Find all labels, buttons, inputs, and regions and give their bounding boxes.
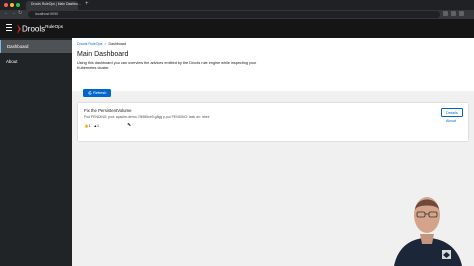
back-icon[interactable]: ← <box>4 10 9 16</box>
new-tab-icon[interactable]: + <box>85 1 89 7</box>
app-header <box>0 19 474 38</box>
page-description: Using this dashboard you can overview th… <box>77 61 257 70</box>
breadcrumb-link-home[interactable]: Drools RuleOps <box>77 42 102 46</box>
tab-close-icon[interactable]: × <box>70 2 72 6</box>
like-badge[interactable]: 👍1 <box>84 124 90 128</box>
breadcrumb-separator: > <box>104 42 107 46</box>
app-brand: DroolsRuleOps <box>22 24 63 34</box>
window-minimize-dot[interactable] <box>10 3 14 7</box>
details-button[interactable]: Details <box>441 108 463 117</box>
sidebar-item-about[interactable]: About <box>0 55 72 68</box>
like-count: 1 <box>88 124 91 128</box>
advice-subtitle: Pod PENDING: pod: apache-demo-7f4986ce9-… <box>84 115 210 119</box>
window-zoom-dot[interactable] <box>16 3 20 7</box>
refresh-button[interactable]: Refresh <box>83 89 111 97</box>
sidebar <box>0 38 72 266</box>
url-text: localhost:9090 <box>35 12 59 16</box>
profile-icon[interactable] <box>451 11 456 16</box>
refresh-icon <box>88 91 92 95</box>
menu-icon[interactable] <box>459 11 464 16</box>
brand-suffix: RuleOps <box>45 24 63 29</box>
about-link[interactable]: About <box>446 119 456 123</box>
forward-icon[interactable]: → <box>11 10 16 16</box>
hamburger-menu-icon[interactable] <box>6 24 12 31</box>
breadcrumb: Drools RuleOps > Dashboard <box>77 42 126 46</box>
advice-badges: 👍1 ▲1 <box>84 124 99 128</box>
warning-count: 1 <box>97 124 100 128</box>
extensions-icon[interactable] <box>443 11 448 16</box>
refresh-button-label: Refresh <box>93 91 107 95</box>
presenter-webcam-overlay <box>380 168 474 266</box>
reload-icon[interactable]: ↻ <box>18 10 22 16</box>
warning-badge[interactable]: ▲1 <box>93 124 99 128</box>
tab-title: Drools RuleOps | Main Dashbo… <box>31 2 82 6</box>
breadcrumb-current: Dashboard <box>108 42 127 46</box>
sidebar-item-dashboard[interactable]: Dashboard <box>0 40 72 53</box>
mouse-cursor-icon: ⬉ <box>127 122 132 128</box>
page-title: Main Dashboard <box>77 51 129 58</box>
brand-name: Drools <box>22 24 46 34</box>
address-bar[interactable] <box>28 11 440 18</box>
advice-title: Fix the PersistentVolume <box>84 108 132 113</box>
window-close-dot[interactable] <box>4 3 8 7</box>
advice-card <box>78 103 468 141</box>
